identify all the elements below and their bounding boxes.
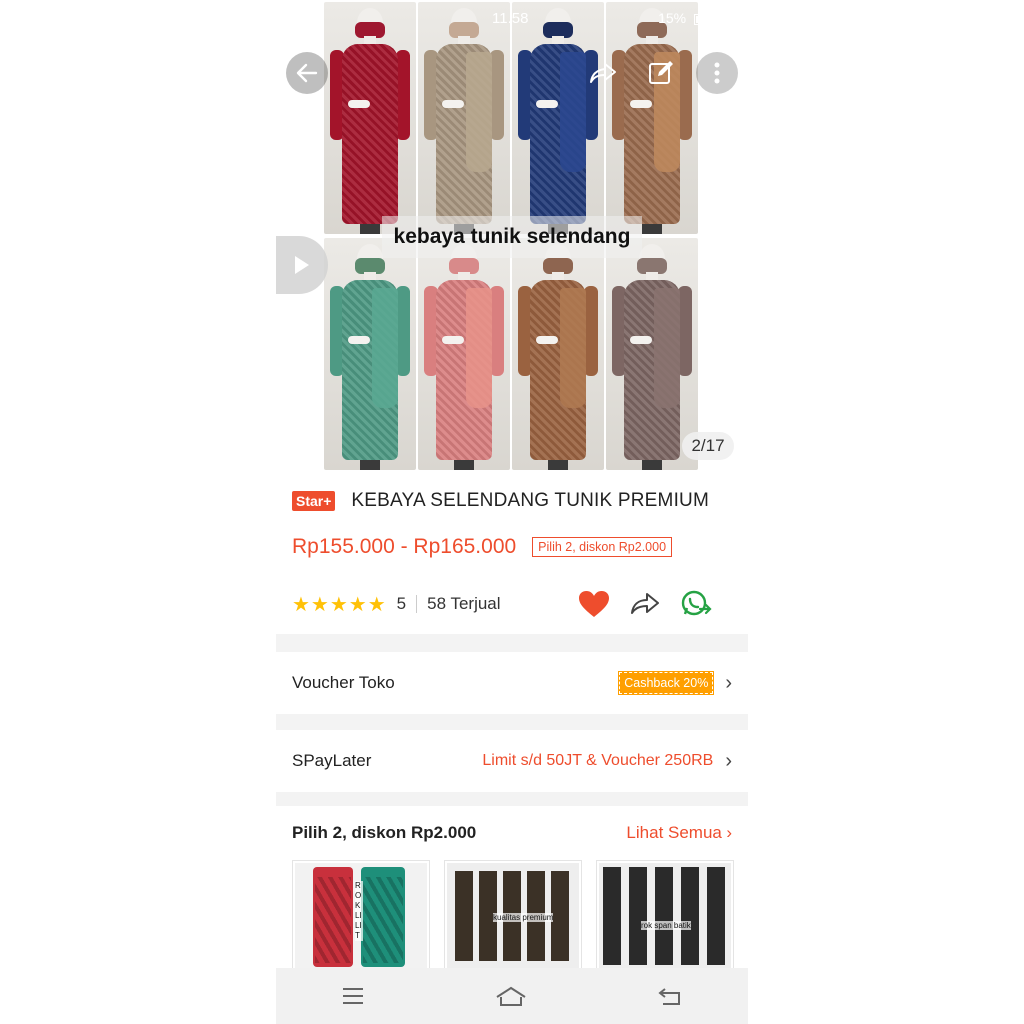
bundle-item-3[interactable]: rok span batik	[596, 860, 734, 972]
battery-indicator: 15%	[658, 10, 714, 26]
bundle-item-caption: ROK LILIT	[355, 881, 363, 941]
more-options-button[interactable]	[696, 52, 738, 94]
play-icon	[295, 256, 309, 274]
sold-count: 58 Terjual	[427, 594, 501, 613]
back-nav-icon[interactable]	[657, 986, 683, 1006]
battery-icon	[694, 13, 714, 25]
voucher-label: Voucher Toko	[292, 673, 395, 692]
gallery-dress-image	[324, 2, 416, 234]
rating-row: ★★★★★ 5 58 Terjual	[292, 588, 732, 620]
price-row: Rp155.000 - Rp165.000 Pilih 2, diskon Rp…	[292, 532, 732, 562]
share-top-button[interactable]	[582, 52, 624, 94]
whatsapp-icon[interactable]	[680, 589, 712, 619]
status-bar: 4G 11.58 15%	[276, 0, 748, 36]
gallery-dress-image	[512, 2, 604, 234]
heart-icon[interactable]	[578, 590, 610, 618]
more-vertical-icon	[714, 62, 720, 84]
voucher-right: Cashback 20% ›	[618, 671, 732, 695]
rating-value: 5	[396, 594, 407, 613]
gallery-dress-image	[418, 238, 510, 470]
home-icon[interactable]	[495, 985, 527, 1007]
product-price: Rp155.000 - Rp165.000	[292, 535, 517, 558]
spaylater-limit: Limit s/d 50JT & Voucher 250RB	[482, 752, 714, 769]
image-counter: 2/17	[682, 432, 734, 460]
voucher-row[interactable]: Voucher Toko Cashback 20% ›	[276, 652, 748, 714]
chevron-right-icon: ›	[725, 749, 732, 772]
edit-icon	[649, 61, 673, 84]
edit-button[interactable]	[640, 52, 682, 94]
chevron-right-icon: ›	[725, 671, 732, 694]
arrow-left-icon	[296, 63, 318, 83]
image-overlay-caption: kebaya tunik selendang	[382, 216, 642, 258]
share-icon[interactable]	[630, 591, 660, 617]
bundle-item-2[interactable]: kualitas premium	[444, 860, 582, 972]
gallery-dress-image	[418, 2, 510, 234]
star-plus-badge: Star+	[292, 491, 336, 511]
spaylater-right: Limit s/d 50JT & Voucher 250RB ›	[482, 750, 732, 773]
section-gap	[276, 792, 748, 806]
bundle-item-caption: kualitas premium	[493, 913, 554, 922]
system-nav-bar	[276, 968, 748, 1024]
star-icons: ★★★★★	[292, 593, 387, 616]
bundle-header: Pilih 2, diskon Rp2.000 Lihat Semua ›	[292, 816, 732, 850]
product-actions	[578, 588, 712, 620]
back-button[interactable]	[286, 52, 328, 94]
divider	[416, 595, 418, 613]
gallery-dress-image	[324, 238, 416, 470]
product-title-row: Star+ KEBAYA SELENDANG TUNIK PREMIUM	[292, 488, 732, 514]
phone-screen: kebaya tunik selendang 2/17 4G 11.58 15%…	[276, 0, 748, 1024]
section-gap	[276, 714, 748, 730]
see-all-link[interactable]: Lihat Semua ›	[626, 823, 732, 843]
product-title: KEBAYA SELENDANG TUNIK PREMIUM	[351, 490, 710, 511]
spaylater-row[interactable]: SPayLater Limit s/d 50JT & Voucher 250RB…	[276, 730, 748, 792]
bundle-item-image	[599, 863, 731, 969]
rating-stars: ★★★★★	[292, 592, 387, 617]
bundle-title: Pilih 2, diskon Rp2.000	[292, 823, 477, 842]
see-all-label: Lihat Semua	[626, 823, 722, 842]
video-play-button[interactable]	[276, 236, 328, 294]
gallery-dress-image	[512, 238, 604, 470]
cashback-badge: Cashback 20%	[618, 671, 715, 695]
bundle-promo-tag[interactable]: Pilih 2, diskon Rp2.000	[532, 537, 673, 557]
gallery-dress-image	[606, 238, 698, 470]
battery-percent: 15%	[658, 10, 687, 26]
menu-icon[interactable]	[341, 987, 365, 1005]
network-indicator: 4G	[304, 10, 318, 21]
chevron-right-icon: ›	[726, 823, 732, 842]
share-icon	[590, 63, 616, 83]
bundle-item-caption: rok span batik	[641, 921, 691, 930]
gallery-dress-image	[606, 2, 698, 234]
spaylater-label: SPayLater	[292, 751, 372, 770]
clock: 11.58	[492, 10, 529, 27]
section-gap	[276, 634, 748, 652]
bundle-item-1[interactable]: ROK LILIT	[292, 860, 430, 972]
